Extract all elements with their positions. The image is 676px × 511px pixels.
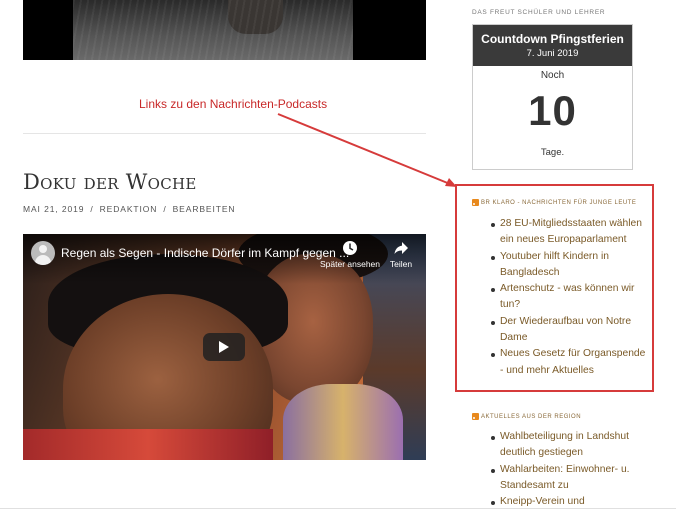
news-link-text[interactable]: Dame (500, 330, 650, 346)
countdown-widget: Countdown Pfingstferien 7. Juni 2019 Noc… (472, 24, 633, 170)
share-label: Teilen (389, 259, 413, 269)
region-widget-title[interactable]: AKTUELLES AUS DER REGION (481, 414, 581, 420)
video-rain-texture (73, 0, 353, 60)
video-person-cloth (283, 384, 403, 460)
post-date[interactable]: MAI 21, 2019 (23, 204, 84, 214)
news-list-item[interactable]: Youtuber hilft Kindern in Bangladesch (491, 249, 650, 282)
sidebar-heading: DAS FREUT SCHÜLER UND LEHRER (472, 9, 606, 16)
news-link-text[interactable]: Der Wiederaufbau von Notre (500, 314, 650, 330)
previous-video-thumbnail[interactable] (23, 0, 426, 60)
news-link-text[interactable]: 28 EU-Mitgliedsstaaten wählen (500, 216, 650, 232)
news-list-item[interactable]: Der Wiederaufbau von Notre Dame (491, 314, 650, 347)
region-widget-heading[interactable]: AKTUELLES AUS DER REGION (472, 413, 581, 420)
countdown-pre: Noch (540, 70, 565, 81)
watch-later-label: Später ansehen (319, 259, 381, 269)
news-link-text[interactable]: Artenschutz - was können wir (500, 281, 650, 297)
play-icon (219, 341, 229, 353)
news-link-text[interactable]: Wahlarbeiten: Einwohner- u. (500, 462, 650, 478)
watch-later-button[interactable]: Später ansehen (319, 240, 381, 269)
page-bottom-rule (0, 508, 676, 509)
countdown-number: 10 (528, 87, 577, 134)
countdown-unit: Tage. (540, 147, 565, 158)
post-title[interactable]: Doku der Woche (23, 170, 197, 194)
share-icon (394, 242, 408, 254)
br-widget-heading[interactable]: BR KLARO - NACHRICHTEN FÜR JUNGE LEUTE (472, 199, 636, 206)
countdown-title: Countdown Pfingstferien (481, 32, 624, 46)
news-link-text[interactable]: Standesamt zu (500, 478, 650, 494)
video-player[interactable]: Regen als Segen - Indische Dörfer im Kam… (23, 234, 426, 460)
br-news-list: 28 EU-Mitgliedsstaaten wählen ein neues E… (491, 216, 650, 379)
video-title[interactable]: Regen als Segen - Indische Dörfer im Kam… (61, 246, 349, 260)
news-link-text[interactable]: - und mehr Aktuelles (500, 363, 650, 379)
region-news-list: Wahlbeteiligung in Landshut deutlich gest… (491, 429, 650, 510)
countdown-date: 7. Juni 2019 (526, 48, 579, 59)
channel-avatar-icon[interactable] (31, 241, 55, 265)
news-list-item[interactable]: 28 EU-Mitgliedsstaaten wählen ein neues E… (491, 216, 650, 249)
news-link-text[interactable]: Bangladesch (500, 265, 650, 281)
news-list-item[interactable]: Neues Gesetz für Organspende - und mehr A… (491, 346, 650, 379)
post-meta: MAI 21, 2019/REDAKTION / BEARBEITEN (23, 204, 236, 214)
news-list-item[interactable]: Wahlarbeiten: Einwohner- u. Standesamt zu (491, 462, 650, 495)
rss-icon[interactable] (472, 413, 479, 420)
edit-link[interactable]: BEARBEITEN (173, 204, 236, 214)
news-link-text[interactable]: tun? (500, 297, 650, 313)
news-link-text[interactable]: Wahlbeteiligung in Landshut (500, 429, 650, 445)
news-list-item[interactable]: Artenschutz - was können wir tun? (491, 281, 650, 314)
podcast-annotation-label: Links zu den Nachrichten-Podcasts (139, 97, 328, 111)
br-widget-title[interactable]: BR KLARO - NACHRICHTEN FÜR JUNGE LEUTE (481, 200, 636, 206)
post-author[interactable]: REDAKTION (100, 204, 158, 214)
news-link-text[interactable]: Youtuber hilft Kindern in (500, 249, 650, 265)
clock-icon (343, 241, 357, 255)
news-link-text[interactable]: deutlich gestiegen (500, 445, 650, 461)
news-list-item[interactable]: Wahlbeteiligung in Landshut deutlich gest… (491, 429, 650, 462)
news-link-text[interactable]: ein neues Europaparlament (500, 232, 650, 248)
post-divider (23, 133, 426, 134)
play-button[interactable] (203, 333, 245, 361)
news-link-text[interactable]: Neues Gesetz für Organspende (500, 346, 650, 362)
rss-icon[interactable] (472, 199, 479, 206)
video-person-cloth (23, 429, 273, 460)
share-button[interactable]: Teilen (385, 240, 417, 269)
